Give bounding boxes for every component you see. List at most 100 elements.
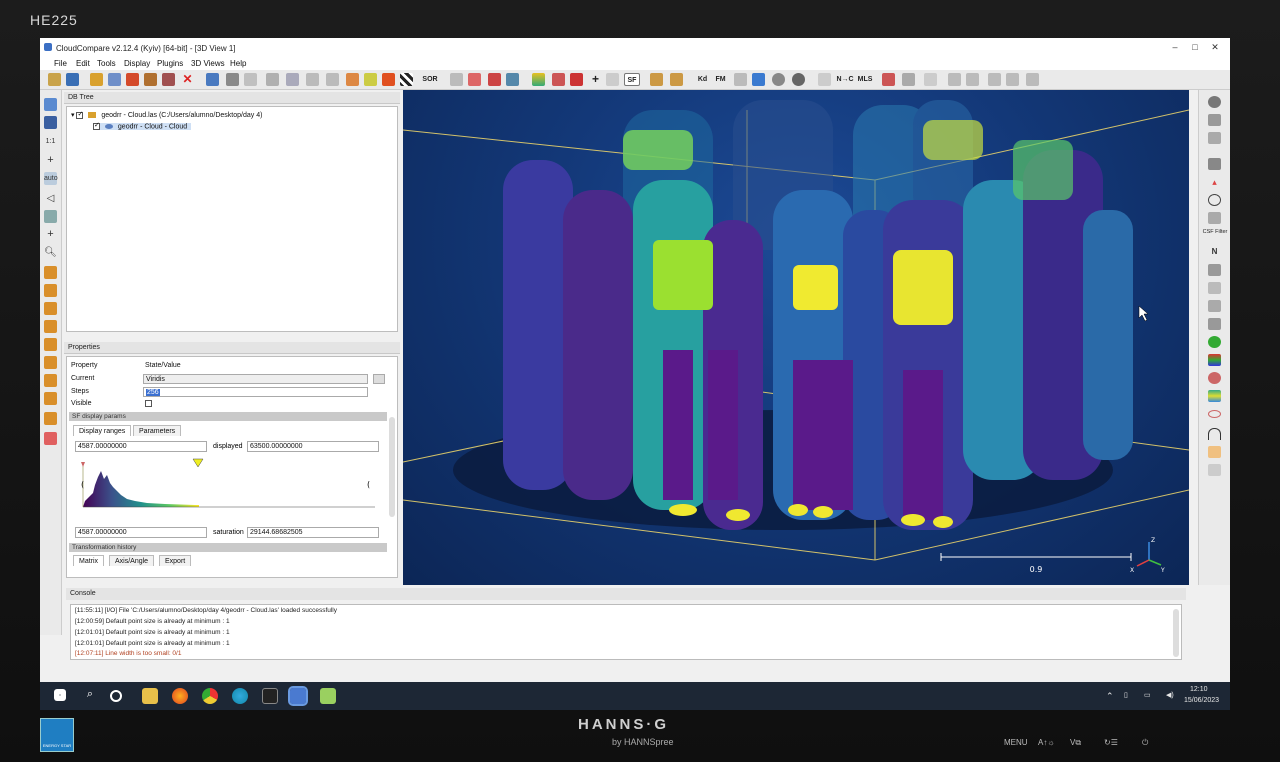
translate-icon[interactable]	[306, 73, 319, 86]
view-front-icon[interactable]	[44, 284, 57, 297]
zoom-icon[interactable]: 🔍︎	[44, 246, 57, 259]
steps-input[interactable]: 256	[143, 387, 368, 397]
menu-file[interactable]: File	[54, 59, 67, 68]
checker-icon[interactable]	[400, 73, 413, 86]
brush-icon[interactable]: ▴	[1208, 176, 1221, 188]
arch-icon[interactable]	[1208, 428, 1221, 440]
minimize-button[interactable]: –	[1166, 40, 1184, 54]
sf-filter-icon[interactable]	[552, 73, 565, 86]
rotate-icon[interactable]	[326, 73, 339, 86]
dots-icon[interactable]	[1208, 372, 1221, 384]
add-icon[interactable]	[126, 73, 139, 86]
shield-filter-icon[interactable]	[1208, 212, 1221, 224]
clock-time[interactable]: 12:10	[1190, 686, 1208, 693]
view-left-icon[interactable]	[44, 302, 57, 315]
monitor-brightness-button[interactable]: A↑☼	[1038, 738, 1055, 747]
monitor-menu-button[interactable]: MENU	[1004, 738, 1028, 747]
no-entry-icon[interactable]	[1208, 96, 1221, 108]
cube-icon[interactable]	[1208, 264, 1221, 276]
menu-tools[interactable]: Tools	[97, 59, 116, 68]
menu-plugins[interactable]: Plugins	[157, 59, 183, 68]
camera-icon[interactable]	[752, 73, 765, 86]
db-tree-item-file[interactable]: ▾ geodrr - Cloud.las (C:/Users/alumno/De…	[71, 110, 262, 119]
bug-icon[interactable]	[1208, 446, 1221, 458]
view-iso2-icon[interactable]	[44, 392, 57, 405]
north-button[interactable]: N	[1208, 246, 1221, 258]
compass-b-icon[interactable]	[966, 73, 979, 86]
iso-back-icon[interactable]	[44, 412, 57, 425]
octree-icon[interactable]	[286, 73, 299, 86]
terrain-icon[interactable]	[1208, 318, 1221, 330]
network-icon[interactable]: ▭	[1144, 691, 1151, 699]
m3c2-icon[interactable]	[1208, 282, 1221, 294]
tab-export[interactable]: Export	[159, 555, 192, 566]
tab-axis-angle[interactable]: Axis/Angle	[109, 555, 155, 566]
view-right-icon[interactable]	[44, 338, 57, 351]
file-checkbox[interactable]	[76, 110, 84, 119]
saturation-left-handle[interactable]: (	[81, 480, 84, 489]
menu-help[interactable]: Help	[230, 59, 246, 68]
compass-e-icon[interactable]	[1026, 73, 1039, 86]
view-back-icon[interactable]	[44, 320, 57, 333]
stereo-icon[interactable]	[44, 432, 57, 445]
print-icon[interactable]	[734, 73, 747, 86]
task-view-icon[interactable]	[110, 690, 122, 702]
clock-date[interactable]: 15/06/2023	[1184, 697, 1219, 704]
perspective-icon[interactable]: ◁	[44, 192, 57, 205]
compass-icon[interactable]	[1208, 194, 1221, 206]
3d-view[interactable]: 0.9 Z X Y	[403, 90, 1189, 585]
view-bottom-icon[interactable]	[44, 356, 57, 369]
pivot-icon[interactable]: +	[44, 154, 57, 167]
open-icon[interactable]	[48, 73, 61, 86]
notepad-icon[interactable]	[320, 688, 336, 704]
view-iso1-icon[interactable]	[44, 374, 57, 387]
cc-icon[interactable]	[364, 73, 377, 86]
monitor-auto-button[interactable]: ↻☰	[1104, 738, 1118, 747]
close-window-button[interactable]: ✕	[1206, 40, 1224, 54]
tab-parameters[interactable]: Parameters	[133, 425, 182, 436]
sf-histogram[interactable]: ( (	[75, 457, 379, 513]
search-icon[interactable]: ⌕	[82, 688, 98, 704]
saturation-right-handle[interactable]: (	[367, 480, 370, 489]
sf-remove-icon[interactable]	[606, 73, 619, 86]
compass-d-icon[interactable]	[1006, 73, 1019, 86]
tray-expand-icon[interactable]: ⌃	[1106, 691, 1114, 702]
displayed-slider-handle[interactable]	[192, 458, 204, 468]
compass-c-icon[interactable]	[988, 73, 1001, 86]
ruler-icon[interactable]	[1208, 464, 1221, 476]
sf-gradient-icon[interactable]	[346, 73, 359, 86]
zoom-1-1-button[interactable]: 1:1	[44, 135, 57, 148]
list-icon[interactable]	[108, 73, 121, 86]
saturation-min-input[interactable]: 4587.00000000	[75, 527, 207, 538]
sor-button[interactable]: SOR	[420, 73, 440, 86]
pick-icon[interactable]	[506, 73, 519, 86]
mls-button[interactable]: MLS	[856, 73, 874, 86]
ellipse-icon[interactable]	[1208, 410, 1221, 418]
compass-a-icon[interactable]	[948, 73, 961, 86]
fire-icon[interactable]	[382, 73, 395, 86]
hidden-point-icon[interactable]	[924, 73, 937, 86]
canupo-classify-icon[interactable]	[670, 73, 683, 86]
menu-3d-views[interactable]: 3D Views	[191, 59, 225, 68]
volume-icon[interactable]: ◀)	[1166, 691, 1174, 699]
canupo-train-icon[interactable]	[650, 73, 663, 86]
csf-filter-label[interactable]: CSF Filter	[1200, 229, 1230, 235]
range-min-input[interactable]: 4587.00000000	[75, 441, 207, 452]
shield-icon[interactable]	[244, 73, 257, 86]
min-slider-handle[interactable]	[81, 462, 85, 467]
expand-icon[interactable]: ▾	[71, 112, 75, 119]
fm-button[interactable]: FM	[714, 73, 727, 86]
cork-icon[interactable]	[1208, 300, 1221, 312]
classify-icon[interactable]	[1208, 354, 1221, 366]
mesh-icon[interactable]	[1208, 114, 1221, 126]
windows-start-icon[interactable]	[54, 689, 66, 701]
compute-icon[interactable]	[266, 73, 279, 86]
colorscale-editor-icon[interactable]	[373, 374, 385, 384]
screenshot-icon[interactable]	[44, 116, 57, 129]
green-sphere-icon[interactable]	[1208, 336, 1221, 348]
menu-display[interactable]: Display	[124, 59, 150, 68]
raster-icon[interactable]	[1208, 132, 1221, 144]
terminal-icon[interactable]	[262, 688, 278, 704]
auto-pivot-button[interactable]: auto	[44, 172, 58, 185]
center-icon[interactable]: +	[44, 228, 57, 241]
